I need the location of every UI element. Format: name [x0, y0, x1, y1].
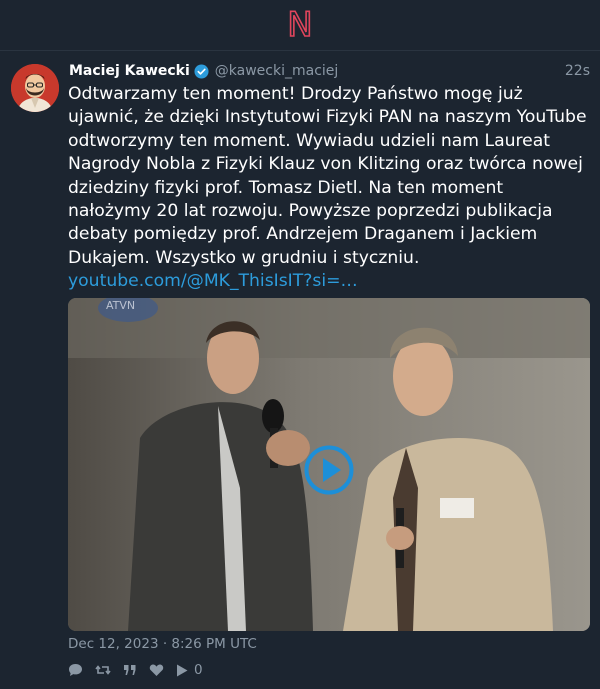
tweet-text: Odtwarzamy ten moment! Drodzy Państwo mo…: [68, 83, 590, 294]
play-count-icon: [177, 664, 188, 676]
retweet-button[interactable]: [95, 663, 111, 677]
retweet-icon: [95, 665, 111, 675]
top-bar: N: [0, 0, 600, 51]
avatar[interactable]: [11, 64, 59, 112]
tweet-body: Odtwarzamy ten moment! Drodzy Państwo mo…: [68, 84, 593, 268]
tweet[interactable]: Maciej Kawecki @kawecki_maciej 22s Odtwa…: [0, 51, 600, 689]
tweet-header: Maciej Kawecki @kawecki_maciej 22s: [69, 61, 590, 81]
play-button-icon[interactable]: [304, 445, 354, 495]
tweet-date[interactable]: Dec 12, 2023 · 8:26 PM UTC: [68, 636, 257, 652]
reply-icon: [69, 664, 82, 676]
app-logo[interactable]: N: [286, 7, 313, 43]
play-count: 0: [176, 662, 203, 678]
tweet-time[interactable]: 22s: [565, 63, 590, 79]
reply-button[interactable]: [68, 663, 83, 677]
tweet-link[interactable]: youtube.com/@MK_ThisIsIT?si=…: [68, 271, 358, 291]
tweet-actions: 0: [68, 661, 215, 679]
author-name[interactable]: Maciej Kawecki: [69, 63, 190, 79]
author-handle[interactable]: @kawecki_maciej: [215, 63, 339, 79]
quote-icon: [124, 665, 136, 675]
like-icon: [149, 664, 164, 676]
video-thumbnail[interactable]: ATVN: [68, 298, 590, 631]
play-count-value: 0: [194, 662, 203, 678]
like-button[interactable]: [149, 663, 164, 677]
avatar-image: [11, 64, 59, 112]
verified-badge-icon: [194, 63, 209, 79]
video-watermark: ATVN: [106, 299, 135, 312]
quote-button[interactable]: [123, 663, 137, 677]
